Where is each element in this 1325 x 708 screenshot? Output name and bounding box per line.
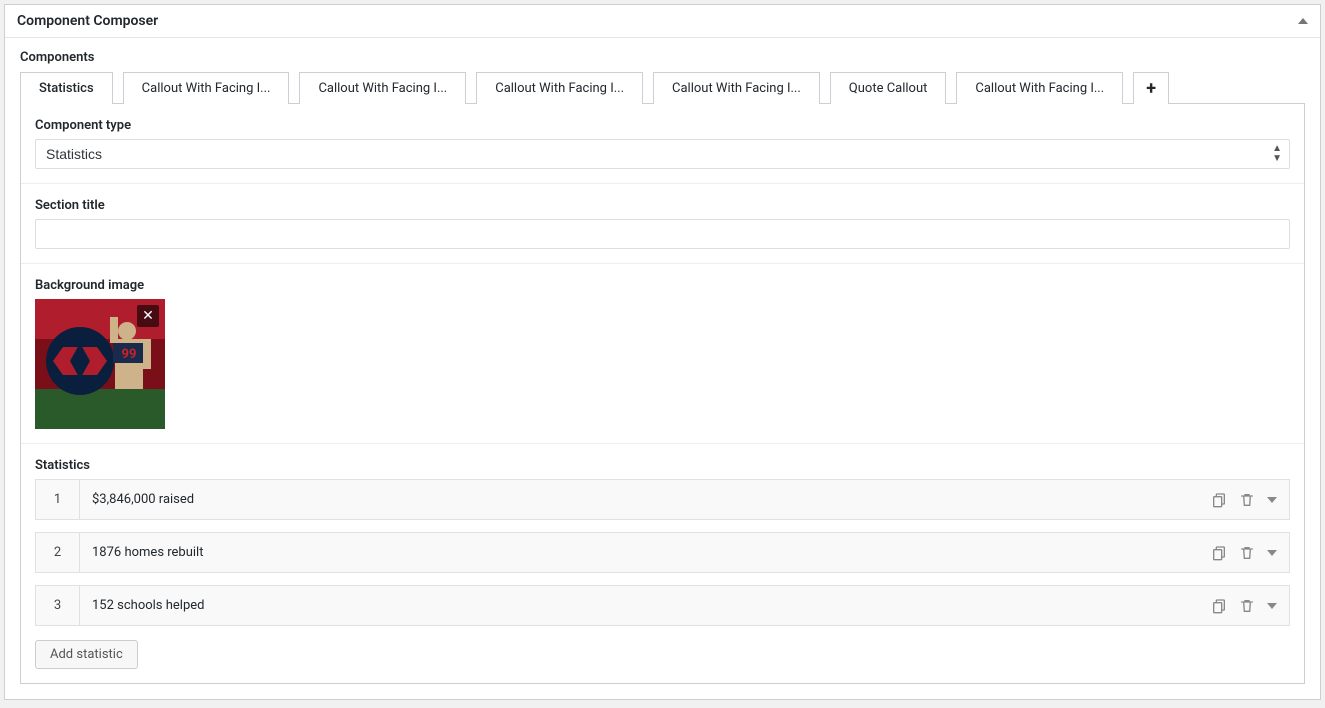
duplicate-button[interactable] [1211, 492, 1227, 508]
statistic-index: 1 [36, 480, 80, 519]
tab-pane: Component type Statistics ▲▼ Section tit… [20, 103, 1305, 684]
component-type-label: Component type [35, 118, 1290, 133]
statistics-list: 1 $3,846,000 raised [35, 479, 1290, 626]
collapse-toggle-icon[interactable] [1298, 18, 1308, 24]
tab-quote-callout[interactable]: Quote Callout [830, 72, 947, 104]
metabox-title: Component Composer [17, 13, 158, 29]
trash-icon [1239, 598, 1255, 614]
tab-callout-2[interactable]: Callout With Facing I... [299, 72, 466, 104]
tab-callout-3[interactable]: Callout With Facing I... [476, 72, 643, 104]
delete-button[interactable] [1239, 492, 1255, 508]
statistic-row[interactable]: 1 $3,846,000 raised [35, 479, 1290, 520]
tab-statistics[interactable]: Statistics [20, 72, 113, 104]
component-type-select-wrap: Statistics ▲▼ [35, 139, 1290, 169]
background-image-label: Background image [35, 278, 1290, 293]
field-background-image: Background image 99 [21, 264, 1304, 444]
close-icon: ✕ [142, 308, 154, 324]
statistic-row[interactable]: 3 152 schools helped [35, 585, 1290, 626]
metabox-header: Component Composer [5, 5, 1320, 38]
duplicate-button[interactable] [1211, 598, 1227, 614]
background-image-thumbnail[interactable]: 99 ✕ [35, 299, 165, 429]
remove-image-button[interactable]: ✕ [137, 305, 159, 327]
statistic-index: 2 [36, 533, 80, 572]
expand-button[interactable] [1267, 550, 1277, 556]
tab-callout-4[interactable]: Callout With Facing I... [653, 72, 820, 104]
tab-callout-5[interactable]: Callout With Facing I... [956, 72, 1123, 104]
expand-button[interactable] [1267, 497, 1277, 503]
statistic-actions [1199, 480, 1289, 519]
section-title-label: Section title [35, 198, 1290, 213]
duplicate-button[interactable] [1211, 545, 1227, 561]
component-type-select[interactable]: Statistics [35, 139, 1290, 169]
tab-callout-1[interactable]: Callout With Facing I... [123, 72, 290, 104]
component-composer-metabox: Component Composer Components Statistics… [4, 4, 1321, 700]
plus-icon: + [1146, 78, 1156, 99]
field-component-type: Component type Statistics ▲▼ [21, 104, 1304, 184]
statistics-label: Statistics [35, 458, 1290, 473]
duplicate-icon [1211, 598, 1227, 614]
statistic-index: 3 [36, 586, 80, 625]
svg-text:99: 99 [122, 347, 137, 362]
statistic-text: 152 schools helped [80, 586, 1199, 625]
statistic-text: 1876 homes rebuilt [80, 533, 1199, 572]
trash-icon [1239, 492, 1255, 508]
statistic-actions [1199, 586, 1289, 625]
field-statistics: Statistics 1 $3,846,000 raised [21, 444, 1304, 683]
statistic-row[interactable]: 2 1876 homes rebuilt [35, 532, 1290, 573]
duplicate-icon [1211, 492, 1227, 508]
statistic-text: $3,846,000 raised [80, 480, 1199, 519]
field-section-title: Section title [21, 184, 1304, 264]
duplicate-icon [1211, 545, 1227, 561]
section-title-input[interactable] [35, 219, 1290, 249]
add-tab-button[interactable]: + [1133, 72, 1169, 104]
delete-button[interactable] [1239, 545, 1255, 561]
delete-button[interactable] [1239, 598, 1255, 614]
chevron-down-icon [1267, 603, 1277, 609]
chevron-down-icon [1267, 497, 1277, 503]
panel-body: Components Statistics Callout With Facin… [5, 38, 1320, 699]
components-label: Components [20, 50, 1305, 65]
chevron-down-icon [1267, 550, 1277, 556]
trash-icon [1239, 545, 1255, 561]
tabs-row: Statistics Callout With Facing I... Call… [20, 71, 1305, 103]
expand-button[interactable] [1267, 603, 1277, 609]
statistic-actions [1199, 533, 1289, 572]
add-statistic-button[interactable]: Add statistic [35, 640, 138, 669]
